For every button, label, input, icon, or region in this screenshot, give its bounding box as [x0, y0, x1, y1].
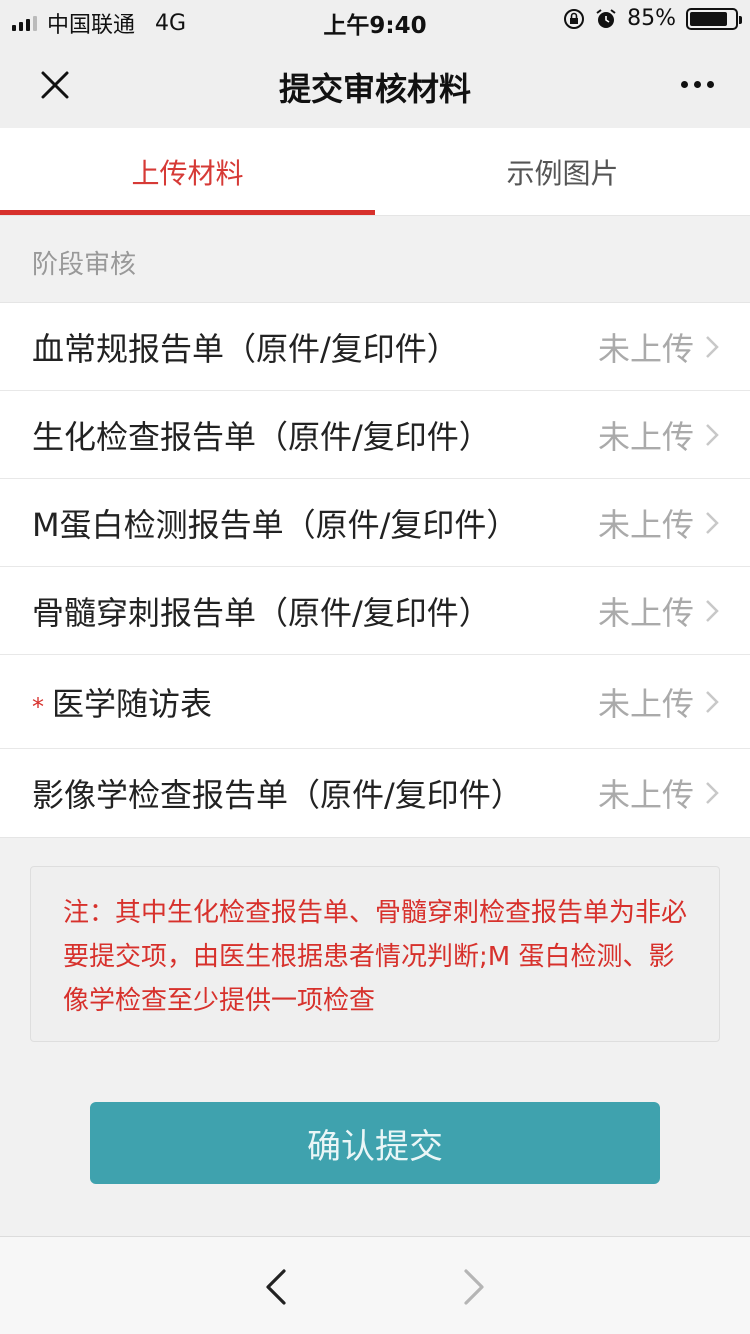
upload-status: 未上传 [597, 329, 694, 368]
section-title: 阶段审核 [32, 250, 137, 280]
nav-bar: 提交审核材料 [0, 40, 750, 128]
tab-example-images[interactable]: 示例图片 [375, 128, 750, 216]
active-tab-indicator [0, 210, 375, 215]
page-title: 提交审核材料 [278, 70, 471, 108]
list-item-label: 医学随访表 [52, 684, 213, 723]
list-item-bone-marrow[interactable]: 骨髓穿刺报告单（原件/复印件） 未上传 [0, 567, 750, 655]
confirm-submit-button[interactable]: 确认提交 [90, 1102, 660, 1184]
list-item-blood-routine[interactable]: 血常规报告单（原件/复印件） 未上传 [0, 303, 750, 391]
chevron-right-icon [706, 599, 719, 622]
upload-status: 未上传 [597, 417, 694, 456]
list-item-imaging[interactable]: 影像学检查报告单（原件/复印件） 未上传 [0, 749, 750, 837]
browser-toolbar [0, 1236, 750, 1334]
note-box: 注：其中生化检查报告单、骨髓穿刺检查报告单为非必要提交项，由医生根据患者情况判断… [30, 866, 720, 1042]
tab-bar: 上传材料 示例图片 [0, 128, 750, 216]
status-bar: 中国联通 4G 上午9:40 85% [0, 0, 750, 40]
status-right: 85% [563, 6, 742, 31]
battery-icon [686, 7, 742, 30]
forward-arrow-icon[interactable] [452, 1265, 492, 1309]
required-mark: * [32, 692, 44, 721]
list-item-label: 影像学检查报告单（原件/复印件） [32, 776, 523, 814]
list-item-biochemistry[interactable]: 生化检查报告单（原件/复印件） 未上传 [0, 391, 750, 479]
chevron-right-icon [706, 690, 719, 713]
tab-upload-materials[interactable]: 上传材料 [0, 128, 375, 216]
list-item-label: 生化检查报告单（原件/复印件） [32, 417, 491, 456]
battery-fill [690, 11, 728, 26]
upload-list: 血常规报告单（原件/复印件） 未上传 生化检查报告单（原件/复印件） 未上传 M… [0, 302, 750, 838]
upload-status: 未上传 [597, 593, 694, 632]
upload-status: 未上传 [597, 684, 694, 723]
list-item-m-protein[interactable]: M蛋白检测报告单（原件/复印件） 未上传 [0, 479, 750, 567]
chevron-right-icon [706, 423, 719, 446]
more-icon[interactable] [672, 62, 722, 106]
chevron-right-icon [706, 511, 719, 534]
chevron-right-icon [706, 782, 719, 804]
list-item-label: 血常规报告单（原件/复印件） [32, 329, 459, 368]
list-item-label-wrap: * 医学随访表 [32, 679, 598, 725]
upload-status: 未上传 [597, 505, 694, 544]
list-item-label: M蛋白检测报告单（原件/复印件） [32, 505, 519, 544]
battery-percent: 85% [627, 6, 676, 31]
list-item-followup-form[interactable]: * 医学随访表 未上传 [0, 655, 750, 749]
alarm-icon [596, 8, 616, 28]
back-arrow-icon[interactable] [258, 1265, 298, 1309]
upload-status: 未上传 [597, 776, 694, 814]
note-text: 注：其中生化检查报告单、骨髓穿刺检查报告单为非必要提交项，由医生根据患者情况判断… [63, 898, 688, 1016]
list-item-label: 骨髓穿刺报告单（原件/复印件） [32, 593, 491, 632]
orientation-lock-icon [564, 8, 585, 29]
chevron-right-icon [706, 335, 719, 358]
